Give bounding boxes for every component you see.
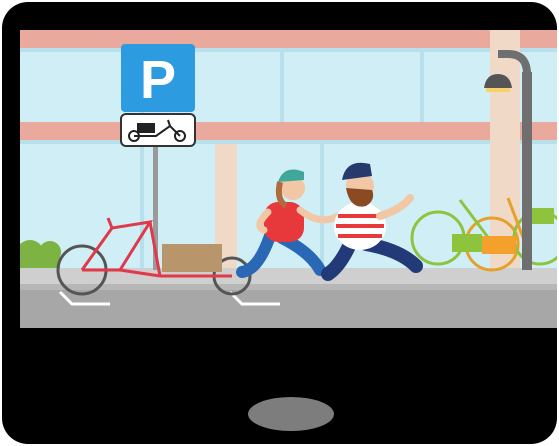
tablet-device-frame: P (2, 2, 557, 444)
parking-sign-letter: P (140, 50, 176, 110)
streetlamp-glow (486, 88, 510, 92)
road (20, 290, 557, 328)
home-button[interactable] (248, 397, 334, 431)
video-screen[interactable]: P (20, 30, 557, 328)
building-top-band (20, 30, 557, 48)
cargo-box (162, 244, 222, 272)
building-mid-band (20, 122, 557, 140)
bike-basket (482, 236, 516, 254)
bike-basket (532, 208, 554, 224)
bike-basket (452, 234, 482, 252)
animated-scene: P (20, 30, 557, 328)
streetlamp-pole (522, 72, 532, 270)
